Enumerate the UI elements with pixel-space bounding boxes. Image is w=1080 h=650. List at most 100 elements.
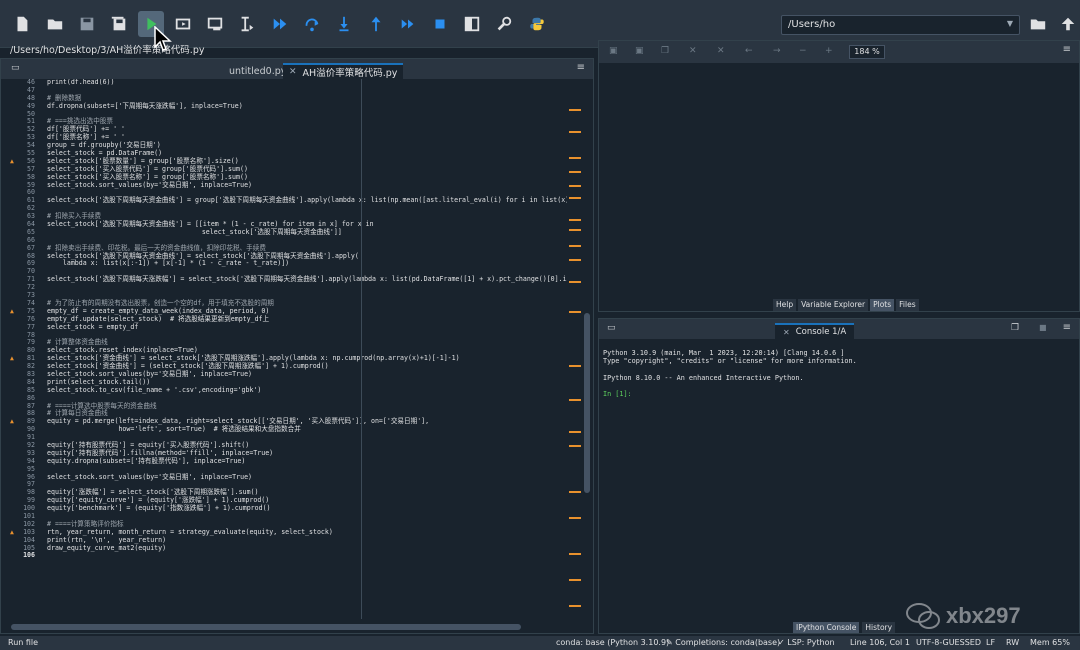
save-all-icon[interactable] [106, 11, 132, 37]
save-plot-icon[interactable]: ▣ [609, 46, 618, 56]
remove-all-plots-icon[interactable]: ✕ [717, 46, 725, 56]
code-line[interactable] [47, 284, 567, 292]
code-line[interactable]: print(df.head(6)) [47, 79, 567, 87]
code-line[interactable]: select_stock.to_csv(file_name + '.csv',e… [47, 386, 567, 395]
continue-icon[interactable] [395, 11, 421, 37]
run-selection-icon[interactable] [234, 11, 260, 37]
console-tab[interactable]: ✕ Console 1/A [775, 323, 855, 339]
console-prompt[interactable]: In [1]: [603, 390, 1073, 398]
line-number-text: 48 [27, 93, 35, 102]
code-line[interactable]: select_stock.sort_values(by='交易日期', inpl… [47, 181, 567, 190]
step-into-icon[interactable] [331, 11, 357, 37]
code-line[interactable]: equity.dropna(subset=['持有股票代码'], inplace… [47, 457, 567, 466]
warning-icon[interactable]: ▲ [10, 528, 14, 537]
close-tab-icon[interactable]: ✕ [289, 67, 297, 77]
horizontal-scrollbar[interactable] [11, 624, 521, 630]
code-editor[interactable]: 46 47 48 49 50 51 52 53 54 55 ▲ 56 57 58 59 60 61 62 63 64 6… [1, 78, 593, 635]
code-line[interactable]: df['股票代码'] += ' ' [47, 125, 567, 134]
options-menu-icon[interactable]: ≡ [1063, 322, 1071, 333]
line-number-text: 61 [27, 196, 35, 205]
code-line[interactable] [47, 205, 567, 213]
code-line[interactable]: select_stock['选股下周期每天资金曲线']] [47, 228, 567, 237]
code-line[interactable]: select_stock.sort_values(by='交易日期', inpl… [47, 473, 567, 482]
parent-directory-icon[interactable] [1055, 11, 1080, 37]
code-line[interactable] [47, 513, 567, 521]
run-cell-icon[interactable] [170, 11, 196, 37]
code-line[interactable] [47, 87, 567, 95]
code-text-area[interactable]: print(df.head(6)) # 删除数据 df.dropna(subset=… [47, 79, 567, 619]
line-number: 93 [1, 449, 45, 458]
tab-ah-strategy[interactable]: ✕ AH溢价率策略代码.py [283, 63, 404, 79]
code-line[interactable]: select_stock = empty_df [47, 323, 567, 332]
lsp-status[interactable]: ✓ LSP: Python [778, 638, 835, 647]
tab-ipython-console[interactable]: IPython Console [793, 622, 860, 633]
copy-plot-icon[interactable]: ❐ [661, 46, 669, 56]
step-over-icon[interactable] [299, 11, 325, 37]
line-number: 88 [1, 409, 45, 418]
preferences-icon[interactable] [491, 11, 517, 37]
stop-kernel-icon[interactable]: ■ [1039, 323, 1047, 332]
open-file-icon[interactable] [42, 11, 68, 37]
remove-plot-icon[interactable]: ✕ [689, 46, 697, 56]
scrollbar-thumb[interactable] [584, 313, 590, 493]
line-number: 71 [1, 275, 45, 284]
tab-variable-explorer[interactable]: Variable Explorer [798, 299, 869, 311]
tab-history[interactable]: History [862, 622, 896, 633]
browse-tabs-icon[interactable]: ▭ [607, 323, 616, 333]
next-plot-icon[interactable]: → [773, 46, 781, 56]
new-file-icon[interactable] [9, 11, 35, 37]
save-file-icon[interactable] [74, 11, 100, 37]
code-line[interactable]: # ====计算选中股票每天的资金曲线 [47, 402, 567, 411]
options-menu-icon[interactable]: ≡ [577, 62, 585, 73]
plots-toolbar: ▣ ▣ ❐ ✕ ✕ ← → − + 184 % ≡ [599, 41, 1079, 63]
eol-mode: LF [986, 638, 996, 647]
code-line[interactable]: # ===挑选出选中股票 [47, 118, 567, 126]
tab-help[interactable]: Help [773, 299, 797, 311]
code-line[interactable]: select_stock['选股下周期每天资金曲线'] = group['选股下… [47, 196, 567, 205]
code-line[interactable]: df.dropna(subset=['下周期每天涨跌幅'], inplace=T… [47, 102, 567, 111]
warning-icon[interactable]: ▲ [10, 417, 14, 426]
close-tab-icon[interactable]: ✕ [783, 328, 790, 337]
options-menu-icon[interactable]: ≡ [1063, 44, 1071, 55]
code-line[interactable]: how='left', sort=True) # 将选股结果和大盘指数合并 [47, 425, 567, 434]
code-line[interactable]: equity['benchmark'] = (equity['指数涨跌幅'] +… [47, 504, 567, 513]
browse-folder-icon[interactable] [1025, 11, 1051, 37]
line-number-text: 52 [27, 125, 35, 134]
vertical-scrollbar[interactable] [584, 83, 590, 619]
chevron-down-icon[interactable]: ▼ [1007, 19, 1013, 28]
completions-status[interactable]: ✎ Completions: conda(base) [666, 638, 780, 647]
line-number: 73 [1, 291, 45, 300]
warning-icon[interactable]: ▲ [10, 157, 14, 166]
copy-icon[interactable]: ❐ [1011, 323, 1019, 333]
working-directory-combo[interactable]: /Users/ho ▼ [781, 15, 1020, 35]
code-line[interactable] [47, 111, 567, 119]
warning-icon[interactable]: ▲ [10, 307, 14, 316]
python-path-icon[interactable] [524, 11, 550, 37]
line-number-text: 58 [27, 172, 35, 181]
console-output[interactable]: Python 3.10.9 (main, Mar 1 2023, 12:20:1… [603, 349, 1073, 398]
code-line[interactable]: lambda x: list(x[:-1]) + [x[-1] * (1 - c… [47, 260, 567, 268]
zoom-in-icon[interactable]: + [825, 46, 833, 56]
line-number: 64 [1, 220, 45, 229]
browse-tabs-icon[interactable]: ▭ [11, 63, 20, 73]
stop-debug-icon[interactable] [427, 11, 453, 37]
zoom-out-icon[interactable]: − [799, 46, 807, 56]
line-number-text: 70 [27, 267, 35, 276]
step-return-icon[interactable] [363, 11, 389, 37]
code-line[interactable]: select_stock['选股下周期每天涨跌幅'] = select_stoc… [47, 275, 567, 284]
line-number-gutter: 46 47 48 49 50 51 52 53 54 55 ▲ 56 57 58 59 60 61 62 63 64 6… [1, 78, 45, 619]
code-line[interactable] [47, 332, 567, 340]
conda-env-status[interactable]: conda: base (Python 3.10.9) [556, 638, 669, 647]
scrollbar-thumb[interactable] [11, 624, 521, 630]
previous-plot-icon[interactable]: ← [745, 46, 753, 56]
tab-files[interactable]: Files [896, 299, 919, 311]
save-all-plots-icon[interactable]: ▣ [635, 46, 644, 56]
code-line[interactable] [47, 552, 567, 560]
debug-file-icon[interactable] [267, 11, 293, 37]
maximize-pane-icon[interactable] [459, 11, 485, 37]
code-line[interactable]: draw_equity_curve_mat2(equity) [47, 544, 567, 553]
warning-icon[interactable]: ▲ [10, 354, 14, 363]
zoom-level[interactable]: 184 % [849, 45, 885, 59]
run-cell-advance-icon[interactable] [202, 11, 228, 37]
tab-plots[interactable]: Plots [870, 299, 895, 311]
